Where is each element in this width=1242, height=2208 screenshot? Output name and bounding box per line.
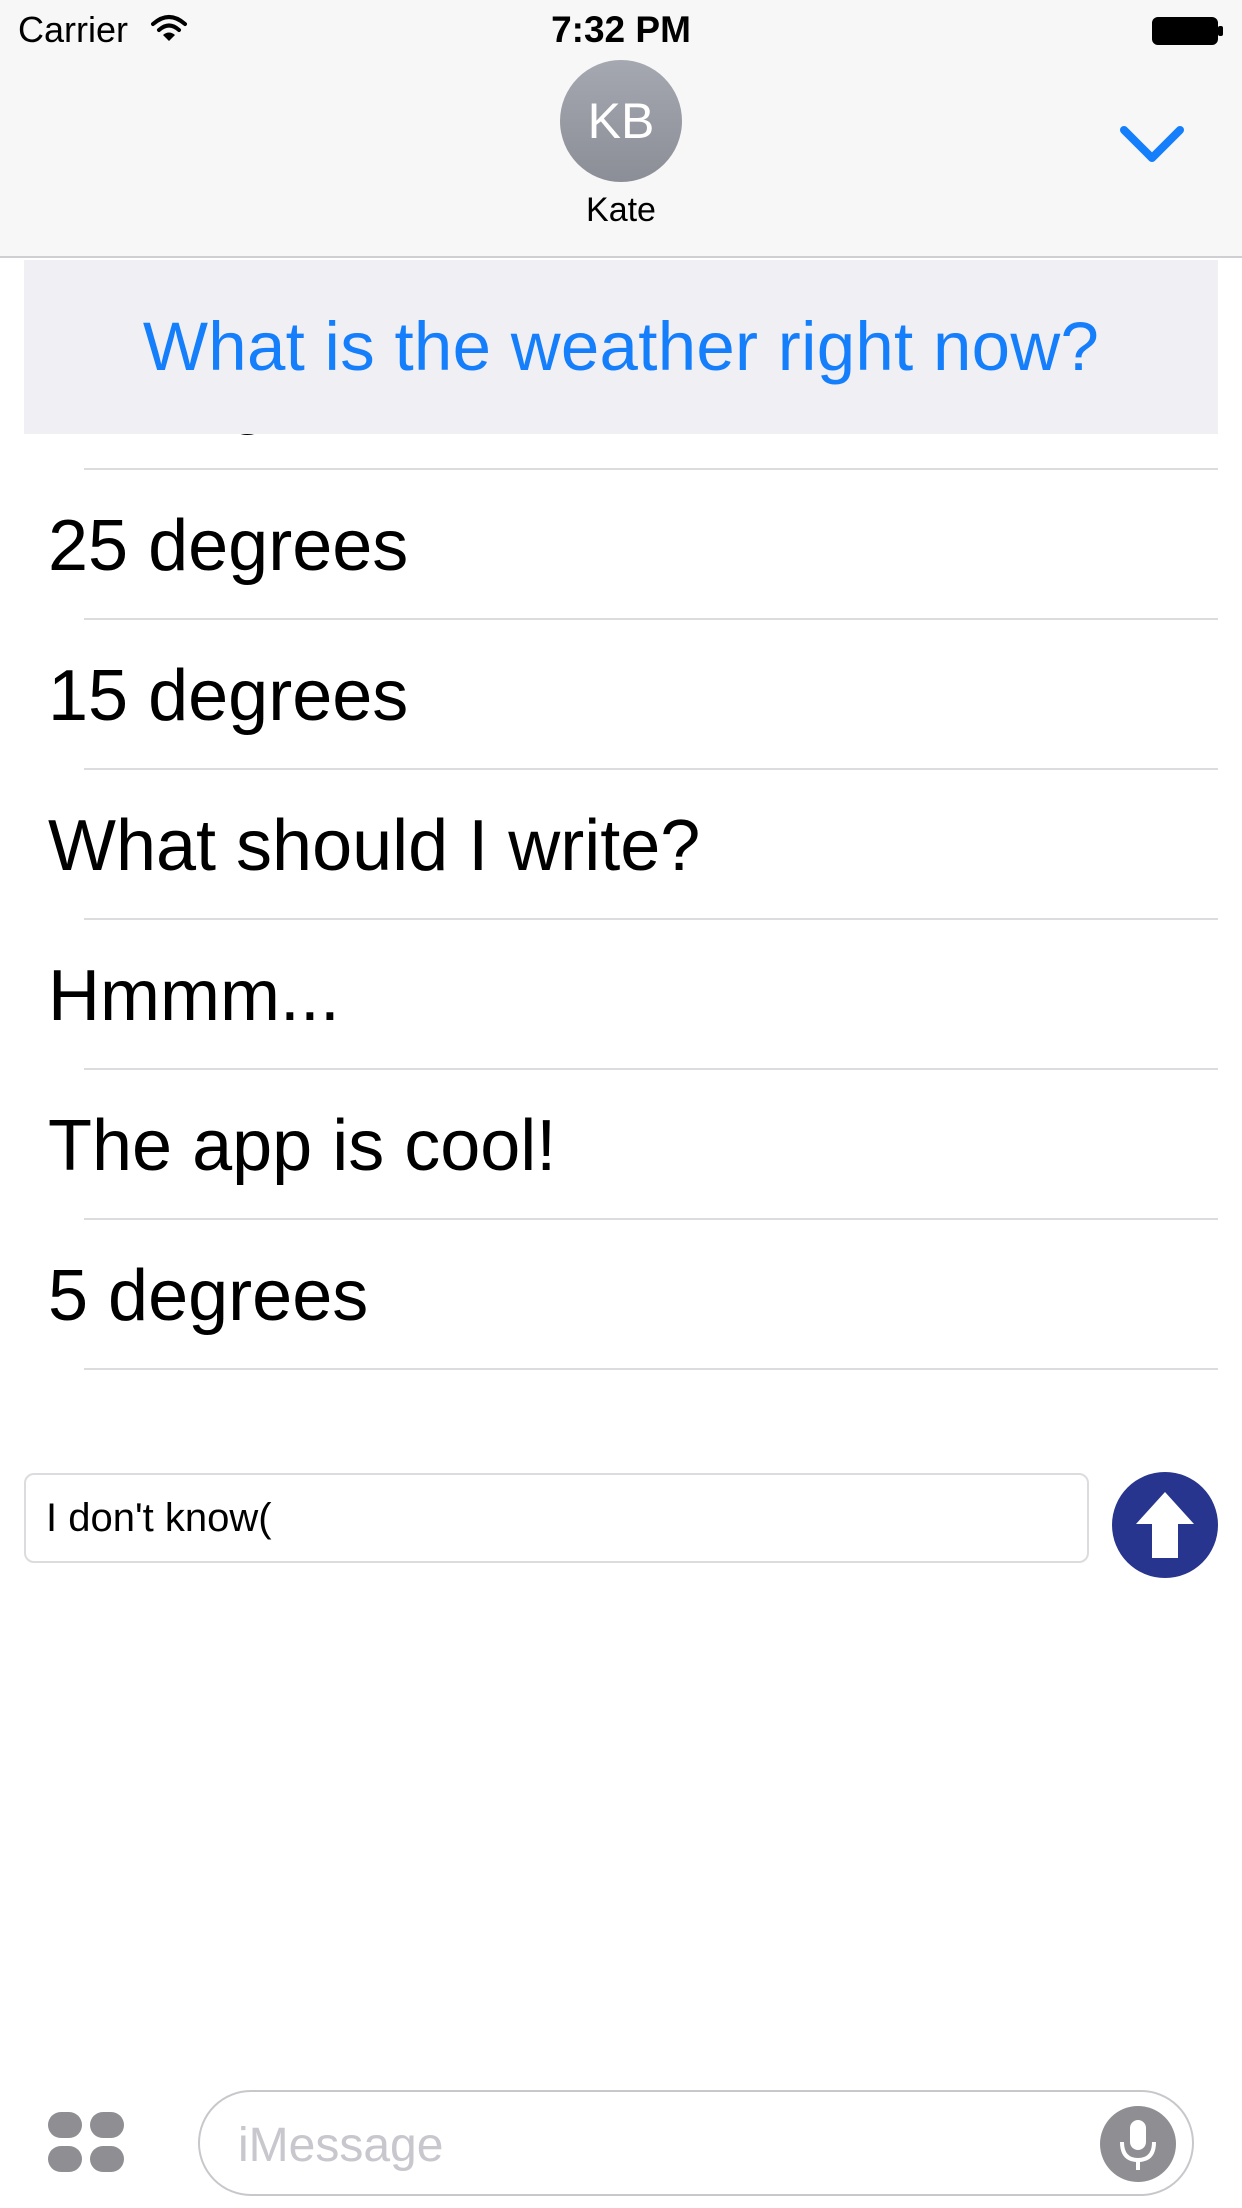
answer-row[interactable]: 5 degrees <box>0 1220 1242 1370</box>
answer-row[interactable]: What should I write? <box>0 770 1242 920</box>
answer-text: 27 degrees <box>48 434 408 436</box>
answer-row[interactable]: Hmmm... <box>0 920 1242 1070</box>
battery-icon <box>1152 17 1223 45</box>
answer-row[interactable]: 15 degrees <box>0 620 1242 770</box>
imessage-input[interactable]: iMessage <box>198 2090 1194 2196</box>
answer-text: What should I write? <box>48 806 701 886</box>
conversation-header: KB Kate <box>0 60 1242 258</box>
microphone-button[interactable] <box>1100 2106 1176 2182</box>
question-banner: What is the weather right now? <box>24 260 1218 434</box>
app-drawer-button[interactable] <box>46 2110 126 2176</box>
microphone-icon <box>1120 2120 1156 2170</box>
app-drawer-icon <box>48 2112 124 2172</box>
send-button[interactable] <box>1112 1472 1218 1578</box>
question-text: What is the weather right now? <box>142 308 1100 385</box>
answer-text: 25 degrees <box>48 506 409 586</box>
imessage-app-screen: Carrier 7:32 PM KB Kate 27 degrees 25 deg… <box>0 0 1242 2208</box>
answer-text: 15 degrees <box>48 656 409 736</box>
answers-list[interactable]: 27 degrees 25 degrees 15 degrees What shoul… <box>0 434 1242 1450</box>
answer-text: The app is cool! <box>48 1106 557 1186</box>
answer-text: Hmmm... <box>48 956 340 1036</box>
answer-input[interactable] <box>24 1473 1089 1563</box>
imessage-placeholder: iMessage <box>238 2119 444 2172</box>
row-separator <box>84 1368 1218 1370</box>
contact-name[interactable]: Kate <box>0 188 1242 232</box>
contact-avatar[interactable]: KB <box>560 60 682 182</box>
answer-text: 5 degrees <box>48 1256 369 1336</box>
status-bar: Carrier 7:32 PM <box>0 0 1242 60</box>
answer-row[interactable]: 25 degrees <box>0 470 1242 620</box>
collapse-button[interactable] <box>1108 100 1196 188</box>
status-time: 7:32 PM <box>551 9 691 50</box>
answer-row[interactable]: 27 degrees <box>0 434 1242 470</box>
arrow-up-icon <box>1136 1492 1194 1558</box>
chevron-down-icon <box>1120 126 1184 162</box>
answer-row[interactable]: The app is cool! <box>0 1070 1242 1220</box>
